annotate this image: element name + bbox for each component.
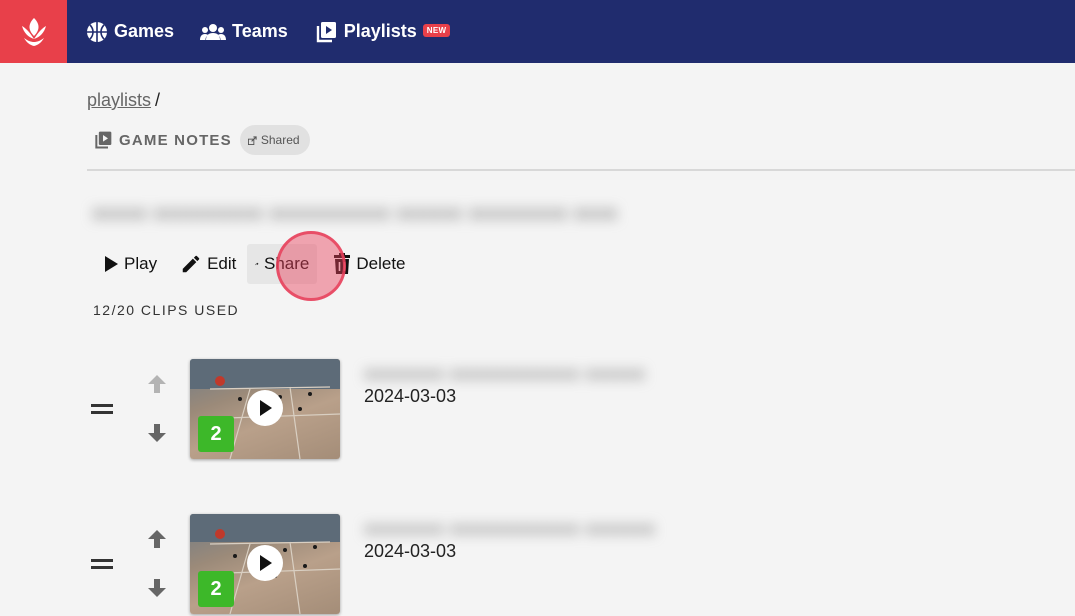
clip-title: xxxxxxxx xxxxxxxxxxxxx xxxxxxx — [364, 518, 656, 540]
shared-chip-label: Shared — [260, 133, 300, 147]
share-icon — [247, 135, 257, 145]
arrow-up-icon[interactable] — [146, 373, 168, 395]
play-button[interactable]: Play — [95, 244, 165, 284]
play-icon — [105, 256, 118, 272]
share-button-label: Share — [264, 254, 310, 273]
clip-row: 2 xxxxxxxx xxxxxxxxxxxxx xxxxxx 2024-03-… — [87, 359, 787, 461]
play-circle-icon[interactable] — [247, 545, 283, 581]
clips-used-counter: 12/20 CLIPS USED — [93, 302, 240, 318]
breadcrumb-separator: / — [155, 90, 161, 110]
play-circle-icon[interactable] — [247, 390, 283, 426]
clip-count-badge: 2 — [198, 571, 234, 607]
clip-thumbnail[interactable]: 2 — [190, 514, 340, 614]
playlist-icon — [95, 131, 112, 149]
clip-row: 2 xxxxxxxx xxxxxxxxxxxxx xxxxxxx 2024-03… — [87, 514, 787, 616]
playlist-header: GAME NOTES Shared — [93, 125, 310, 155]
breadcrumb: playlists / — [87, 90, 160, 111]
trash-icon — [334, 253, 351, 274]
nav-playlists-label: Playlists — [343, 21, 417, 41]
edit-button[interactable]: Edit — [172, 244, 244, 284]
delete-button-label: Delete — [356, 254, 406, 273]
clip-date: 2024-03-03 — [364, 386, 457, 406]
clip-count-badge: 2 — [198, 416, 234, 452]
new-badge: NEW — [422, 24, 451, 37]
delete-button[interactable]: Delete — [325, 244, 413, 284]
divider — [87, 169, 1075, 171]
basketball-icon — [87, 21, 107, 42]
nav-teams[interactable]: Teams — [200, 0, 288, 63]
playlist-icon — [316, 21, 336, 42]
clip-title: xxxxxxxx xxxxxxxxxxxxx xxxxxx — [364, 363, 646, 385]
basketball-logo-icon — [21, 17, 46, 46]
edit-button-label: Edit — [207, 254, 237, 273]
arrow-down-icon[interactable] — [146, 577, 168, 599]
share-arrow-icon — [255, 262, 259, 266]
people-icon — [200, 23, 227, 40]
app-logo[interactable] — [0, 0, 67, 63]
play-button-label: Play — [124, 254, 158, 273]
shared-chip: Shared — [239, 125, 310, 155]
playlist-title: xxxxx xxxxxxxxxx xxxxxxxxxxx xxxxxx xxxx… — [92, 200, 618, 225]
page-title: GAME NOTES — [119, 131, 232, 149]
nav-teams-label: Teams — [232, 21, 288, 41]
nav-games-label: Games — [114, 21, 175, 41]
clip-date: 2024-03-03 — [364, 541, 457, 561]
clip-thumbnail[interactable]: 2 — [190, 359, 340, 459]
arrow-up-icon[interactable] — [146, 528, 168, 550]
breadcrumb-link-playlists[interactable]: playlists — [87, 90, 151, 110]
drag-handle-icon[interactable] — [91, 559, 113, 571]
share-button[interactable]: Share — [247, 244, 318, 284]
arrow-down-icon[interactable] — [146, 422, 168, 444]
playlist-actions: Play Edit Share Delete — [95, 244, 414, 284]
pencil-icon — [182, 255, 200, 273]
nav-games[interactable]: Games — [86, 0, 174, 63]
top-navigation-bar: Games Teams Playlists NEW — [0, 0, 1075, 63]
nav-playlists[interactable]: Playlists NEW — [314, 0, 451, 63]
drag-handle-icon[interactable] — [91, 404, 113, 416]
